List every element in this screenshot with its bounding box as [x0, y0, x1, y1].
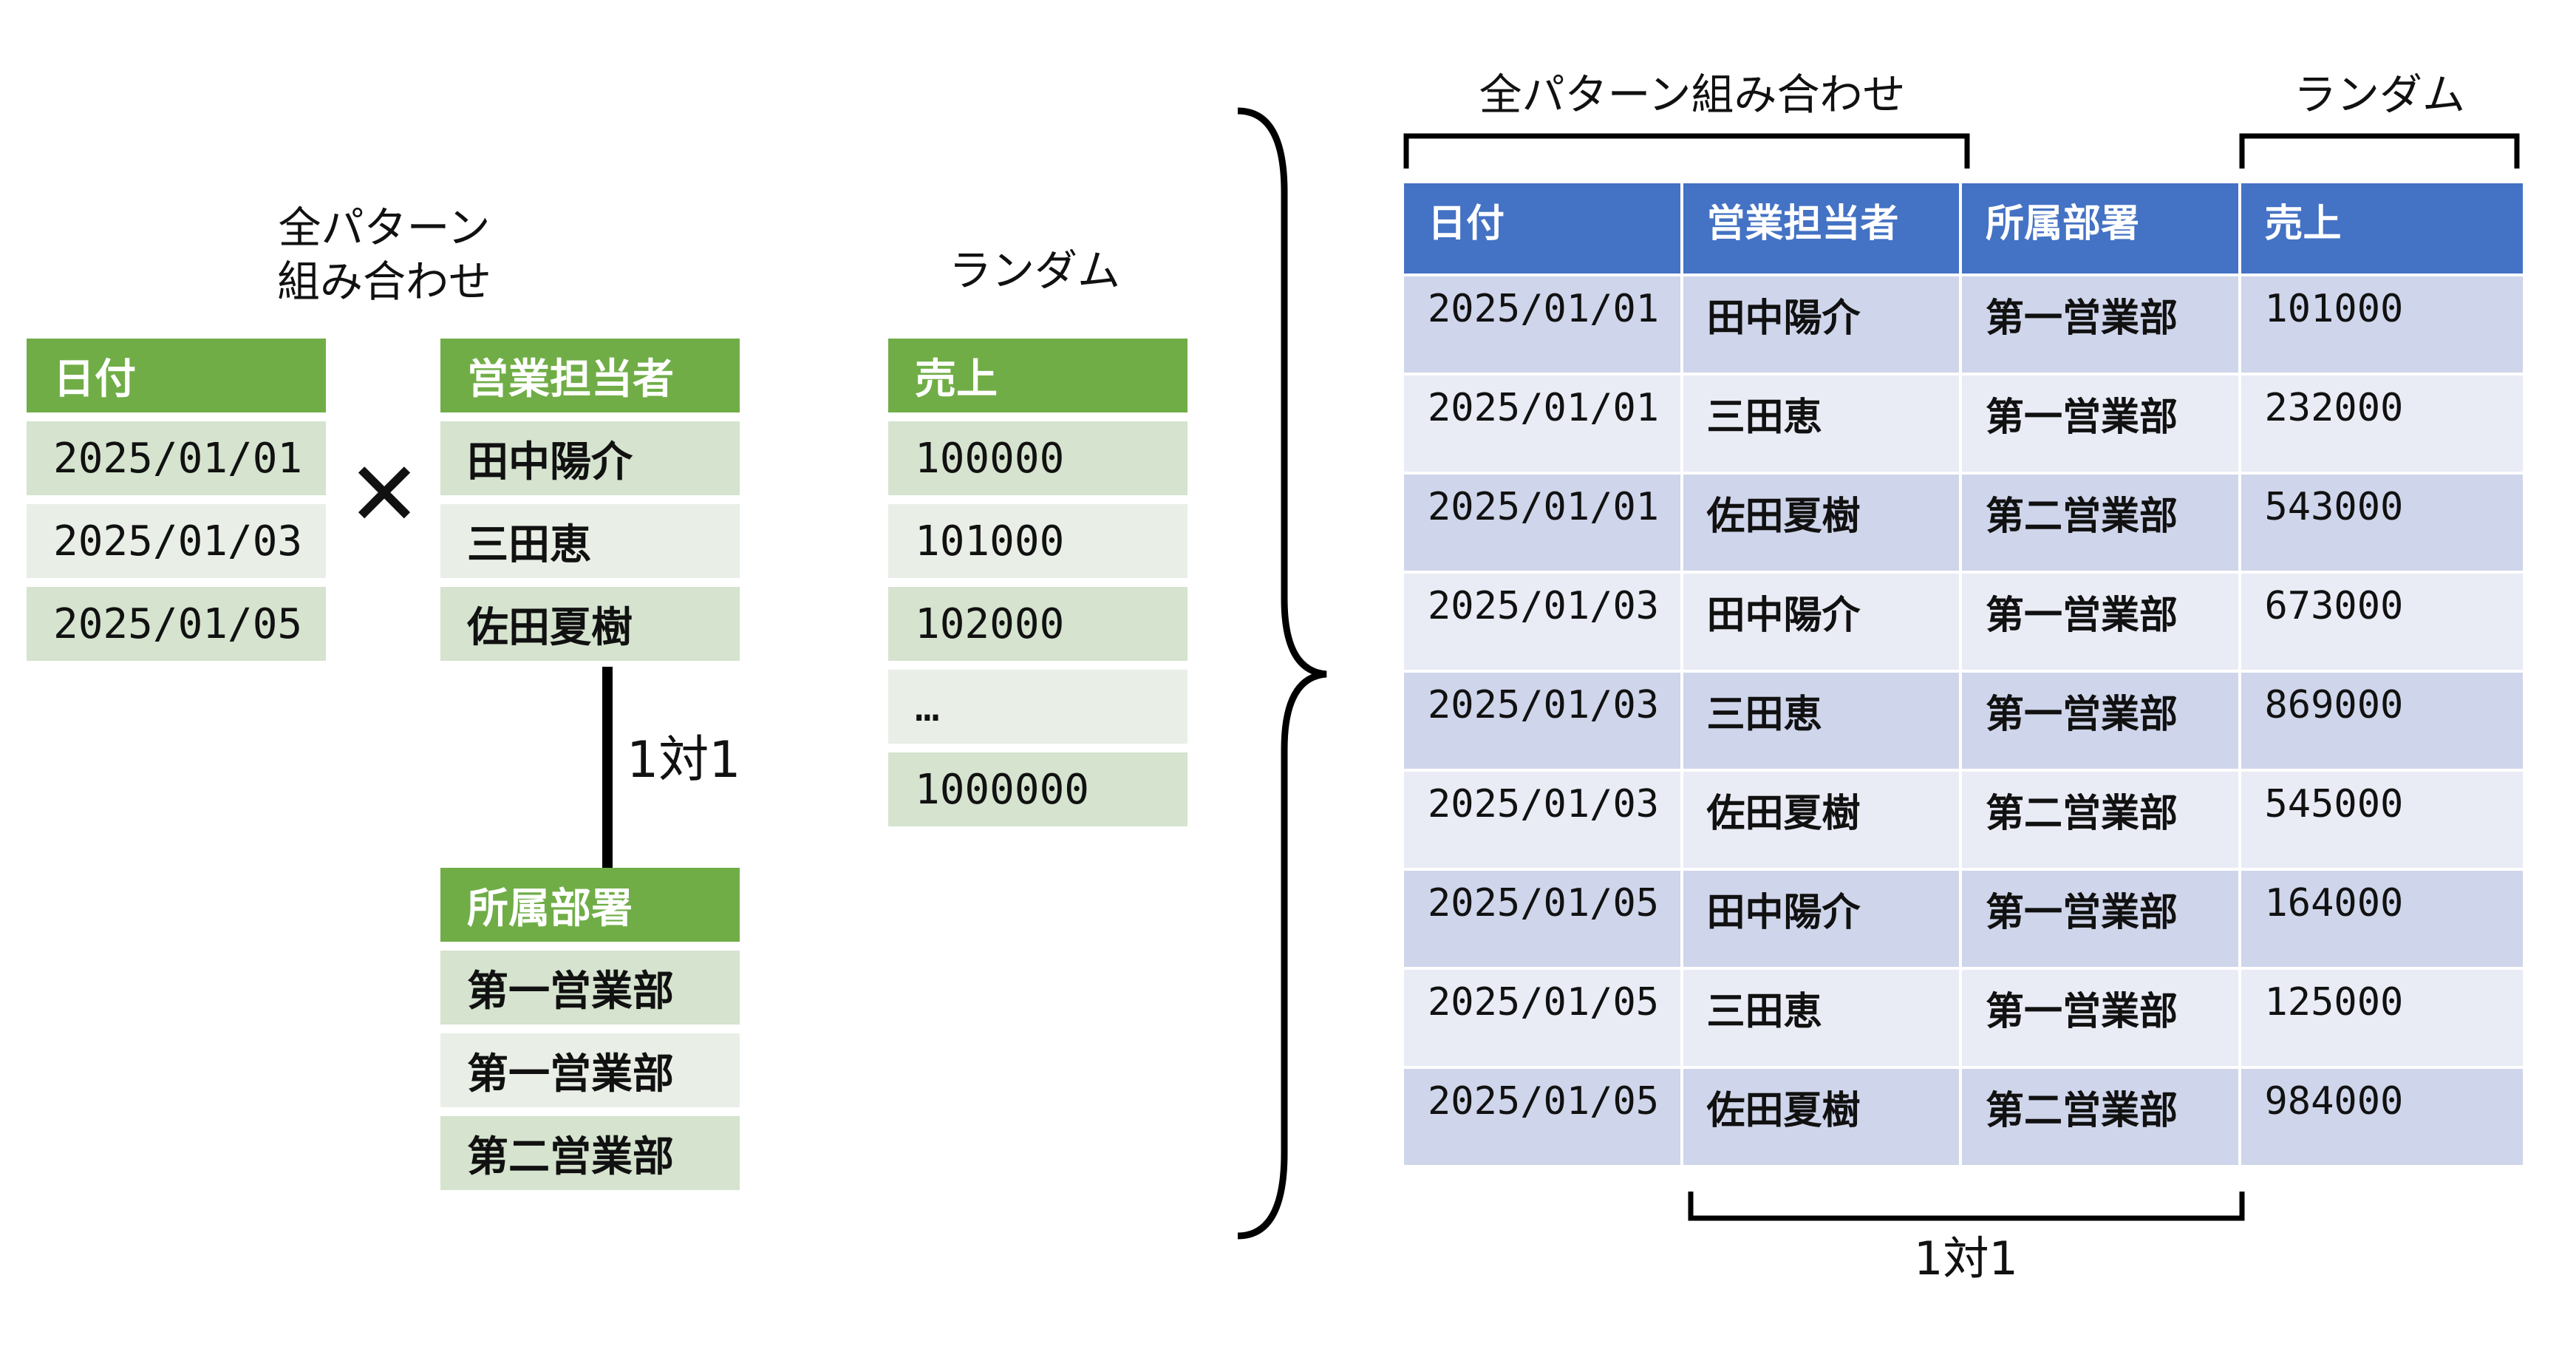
result-cell-staff: 佐田夏樹 [1683, 475, 1962, 571]
result-cell-staff: 三田恵 [1683, 673, 1962, 769]
result-cell-date: 2025/01/03 [1404, 673, 1683, 769]
result-cell-staff: 佐田夏樹 [1683, 772, 1962, 868]
result-cell-department: 第一営業部 [1962, 673, 2241, 769]
result-table-body: 2025/01/01 田中陽介 第一営業部 101000 2025/01/01 三田恵 第一… [1404, 276, 2523, 1168]
result-cell-date: 2025/01/01 [1404, 475, 1683, 571]
result-cell-date: 2025/01/05 [1404, 970, 1683, 1066]
result-table-header: 日付 営業担当者 所属部署 売上 [1404, 183, 2523, 276]
result-cell-sales: 673000 [2241, 574, 2523, 670]
result-cell-department: 第二営業部 [1962, 1069, 2241, 1165]
result-cell-department: 第一営業部 [1962, 574, 2241, 670]
result-cell-date: 2025/01/01 [1404, 276, 1683, 373]
random-label-right: ランダム [2293, 69, 2465, 120]
result-cell-sales: 869000 [2241, 673, 2523, 769]
result-cell-department: 第二営業部 [1962, 475, 2241, 571]
result-header-staff: 営業担当者 [1683, 183, 1962, 273]
result-cell-sales: 543000 [2241, 475, 2523, 571]
result-cell-sales: 125000 [2241, 970, 2523, 1066]
one-to-one-label-right: 1対1 [1914, 1231, 2018, 1285]
result-cell-department: 第一営業部 [1962, 376, 2241, 472]
table-row: 2025/01/01 三田恵 第一営業部 232000 [1404, 376, 2523, 475]
table-row: 2025/01/01 田中陽介 第一営業部 101000 [1404, 276, 2523, 376]
table-row: 2025/01/03 佐田夏樹 第二営業部 545000 [1404, 772, 2523, 871]
result-cell-department: 第一営業部 [1962, 871, 2241, 967]
result-cell-date: 2025/01/05 [1404, 871, 1683, 967]
result-cell-date: 2025/01/01 [1404, 376, 1683, 472]
result-cell-sales: 545000 [2241, 772, 2523, 868]
result-header-date: 日付 [1404, 183, 1683, 273]
curly-brace [1237, 107, 1327, 1240]
table-row: 2025/01/05 三田恵 第一営業部 125000 [1404, 970, 2523, 1069]
result-cell-staff: 三田恵 [1683, 970, 1962, 1066]
result-cell-sales: 984000 [2241, 1069, 2523, 1165]
table-row: 2025/01/03 三田恵 第一営業部 869000 [1404, 673, 2523, 772]
result-cell-staff: 田中陽介 [1683, 276, 1962, 373]
all-patterns-bracket [1403, 133, 1970, 169]
result-header-department: 所属部署 [1962, 183, 2241, 273]
table-row: 2025/01/01 佐田夏樹 第二営業部 543000 [1404, 475, 2523, 574]
result-cell-date: 2025/01/03 [1404, 772, 1683, 868]
result-cell-staff: 佐田夏樹 [1683, 1069, 1962, 1165]
result-cell-sales: 101000 [2241, 276, 2523, 373]
result-cell-sales: 232000 [2241, 376, 2523, 472]
result-header-sales: 売上 [2241, 183, 2523, 273]
result-cell-department: 第一営業部 [1962, 970, 2241, 1066]
result-cell-staff: 三田恵 [1683, 376, 1962, 472]
table-row: 2025/01/05 佐田夏樹 第二営業部 984000 [1404, 1069, 2523, 1168]
all-patterns-label-right: 全パターン組み合わせ [1479, 69, 1906, 120]
table-row: 2025/01/05 田中陽介 第一営業部 164000 [1404, 871, 2523, 970]
result-cell-date: 2025/01/05 [1404, 1069, 1683, 1165]
result-cell-staff: 田中陽介 [1683, 574, 1962, 670]
one-to-one-bracket [1688, 1192, 2245, 1221]
result-table: 日付 営業担当者 所属部署 売上 2025/01/01 田中陽介 第一営業部 1010… [1404, 183, 2523, 1168]
result-cell-department: 第二営業部 [1962, 772, 2241, 868]
result-cell-date: 2025/01/03 [1404, 574, 1683, 670]
table-row: 2025/01/03 田中陽介 第一営業部 673000 [1404, 574, 2523, 673]
random-bracket [2239, 133, 2520, 169]
result-cell-department: 第一営業部 [1962, 276, 2241, 373]
result-cell-staff: 田中陽介 [1683, 871, 1962, 967]
result-cell-sales: 164000 [2241, 871, 2523, 967]
